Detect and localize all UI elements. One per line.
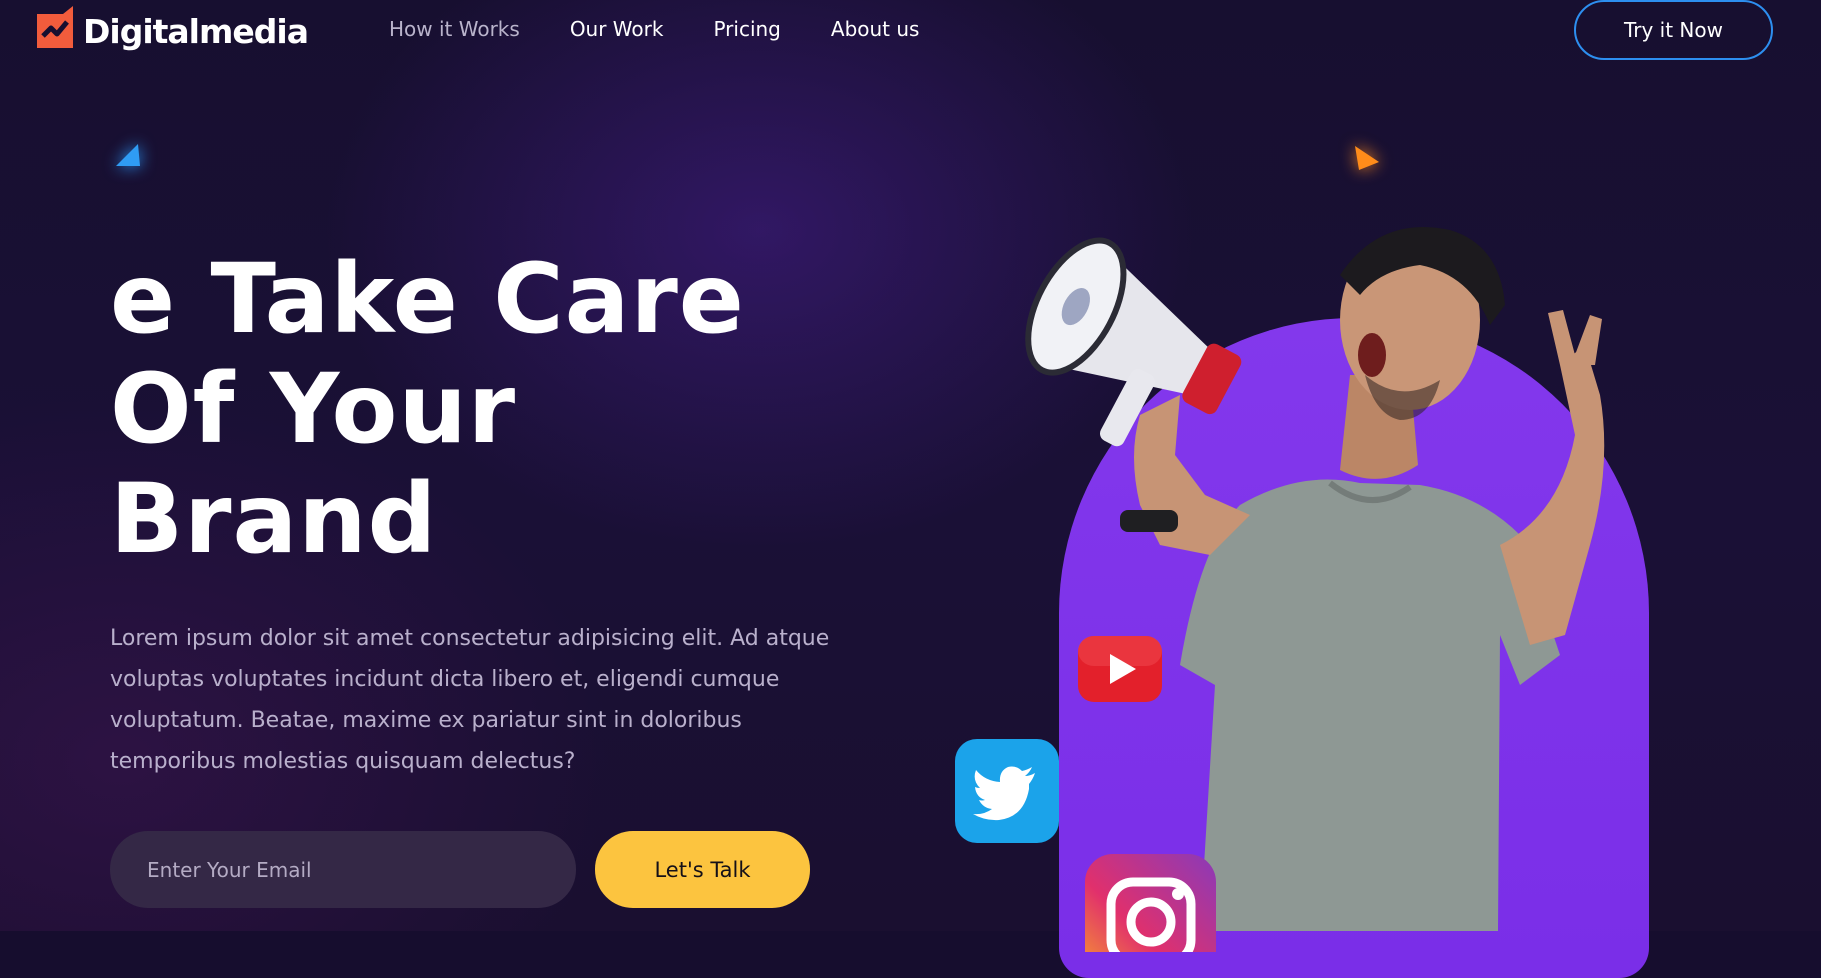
brand-name: Digitalmedia	[83, 11, 309, 51]
twitter-icon	[955, 739, 1059, 843]
hero-description: Lorem ipsum dolor sit amet consectetur a…	[110, 626, 830, 774]
instagram-icon	[1085, 854, 1216, 952]
blue-triangle-decoration	[116, 144, 140, 166]
headline-line: Brand	[110, 463, 438, 575]
nav-how-it-works[interactable]: How it Works	[389, 17, 520, 41]
man-with-megaphone-image	[1025, 227, 1605, 931]
hero-headline: e Take Care Of Your Brand	[110, 244, 745, 574]
nav-pricing[interactable]: Pricing	[713, 17, 780, 41]
try-it-now-button[interactable]: Try it Now	[1574, 0, 1773, 60]
youtube-icon	[1078, 636, 1162, 702]
orange-triangle-decoration	[1355, 146, 1379, 170]
nav-about-us[interactable]: About us	[831, 17, 920, 41]
brand-logo[interactable]: Digitalmedia	[33, 6, 309, 56]
main-nav: How it Works Our Work Pricing About us	[389, 17, 919, 41]
headline-line: Of Your	[110, 353, 517, 465]
logo-mark-icon	[37, 6, 73, 48]
headline-line: e Take Care	[110, 243, 745, 355]
nav-our-work[interactable]: Our Work	[570, 17, 664, 41]
lets-talk-button[interactable]: Let's Talk	[595, 831, 810, 908]
email-input[interactable]	[110, 831, 576, 908]
